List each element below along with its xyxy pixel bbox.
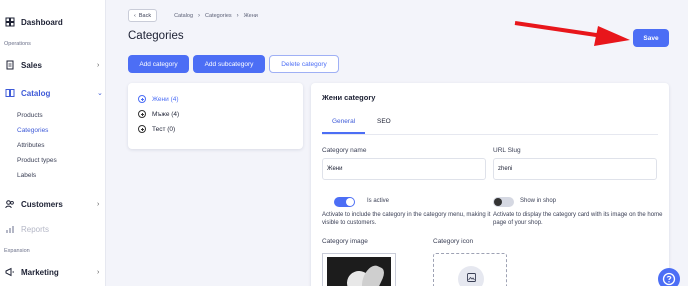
- url-slug-label: URL Slug: [493, 147, 521, 154]
- sidebar-subitem-labels[interactable]: Labels: [17, 172, 36, 179]
- chevron-right-icon: ›: [236, 12, 239, 19]
- category-tree: Жени (4) Мъже (4) Тест (0): [128, 83, 303, 149]
- help-button[interactable]: [658, 268, 680, 286]
- url-slug-input[interactable]: zheni: [493, 158, 657, 180]
- sidebar-item-label: Marketing: [21, 267, 59, 277]
- expand-icon[interactable]: [138, 110, 146, 118]
- category-image-label: Category image: [322, 238, 368, 245]
- tab-active-indicator: [322, 132, 365, 134]
- is-active-label: Is active: [367, 198, 390, 204]
- sidebar-subitem-products[interactable]: Products: [17, 112, 43, 119]
- delete-category-button[interactable]: Delete category: [269, 55, 339, 73]
- sidebar-item-dashboard[interactable]: Dashboard: [5, 15, 63, 29]
- add-category-button[interactable]: Add category: [128, 55, 189, 73]
- chevron-right-icon: ›: [97, 200, 100, 208]
- chevron-down-icon: ⌄: [97, 90, 103, 97]
- save-button[interactable]: Save: [633, 29, 669, 47]
- back-button[interactable]: ‹ Back: [128, 9, 158, 22]
- category-image-photo: [327, 257, 391, 286]
- sidebar-subitem-categories[interactable]: Categories: [17, 127, 48, 134]
- sidebar: Dashboard Operations Sales › Catalog ⌄ P…: [0, 0, 106, 286]
- add-subcategory-button[interactable]: Add subcategory: [193, 55, 265, 73]
- sidebar-item-marketing[interactable]: Marketing ›: [5, 265, 99, 279]
- breadcrumb-item[interactable]: Categories: [205, 13, 232, 19]
- show-in-shop-label: Show in shop: [520, 198, 557, 204]
- category-icon-upload[interactable]: [433, 253, 507, 286]
- chevron-left-icon: ‹: [134, 12, 136, 19]
- show-in-shop-help: Activate to display the category card wi…: [493, 212, 663, 226]
- is-active-toggle[interactable]: [334, 197, 355, 207]
- breadcrumb: ‹ Back Catalog › Categories › Жени: [128, 9, 263, 22]
- category-name-label: Category name: [322, 147, 367, 154]
- sidebar-item-sales[interactable]: Sales ›: [5, 58, 99, 72]
- megaphone-icon: [5, 267, 15, 277]
- dashboard-icon: [5, 17, 15, 27]
- category-icon-label: Category icon: [433, 238, 474, 245]
- sidebar-subitem-product-types[interactable]: Product types: [17, 157, 57, 164]
- breadcrumb-item-current: Жени: [243, 12, 258, 19]
- expand-icon[interactable]: [138, 95, 146, 103]
- expand-icon[interactable]: [138, 125, 146, 133]
- tree-item[interactable]: Жени (4): [138, 95, 179, 103]
- sidebar-item-label: Reports: [21, 224, 50, 234]
- sidebar-item-label: Dashboard: [21, 17, 63, 27]
- users-icon: [5, 199, 15, 209]
- reports-icon: [5, 224, 15, 234]
- sidebar-subitem-attributes[interactable]: Attributes: [17, 142, 44, 149]
- document-icon: [5, 60, 15, 70]
- chevron-right-icon: ›: [97, 268, 100, 276]
- catalog-icon: [5, 88, 15, 98]
- tab-divider: [322, 134, 658, 135]
- chevron-right-icon: ›: [97, 61, 100, 69]
- question-mark-icon: [662, 272, 676, 286]
- breadcrumb-item[interactable]: Catalog: [174, 13, 193, 19]
- sidebar-item-reports[interactable]: Reports: [5, 222, 49, 236]
- sidebar-item-label: Catalog: [21, 88, 51, 98]
- category-detail-panel: Жени category General SEO Category name …: [311, 83, 669, 286]
- sidebar-item-label: Sales: [21, 60, 42, 70]
- tree-item[interactable]: Мъже (4): [138, 110, 179, 118]
- sidebar-item-label: Customers: [21, 199, 63, 209]
- category-image[interactable]: [322, 253, 396, 286]
- toggle-knob: [494, 198, 502, 206]
- page-title: Categories: [128, 30, 184, 42]
- chevron-right-icon: ›: [198, 12, 201, 19]
- panel-title: Жени category: [322, 93, 376, 102]
- show-in-shop-toggle[interactable]: [493, 197, 514, 207]
- toggle-knob: [346, 198, 354, 206]
- tree-item[interactable]: Тест (0): [138, 125, 175, 133]
- is-active-help: Activate to include the category in the …: [322, 212, 491, 226]
- sidebar-item-catalog[interactable]: Catalog ⌄: [5, 86, 103, 100]
- sidebar-item-customers[interactable]: Customers ›: [5, 197, 99, 211]
- image-upload-icon: [458, 266, 484, 286]
- category-name-input[interactable]: Жени: [322, 158, 486, 180]
- section-label-operations: Operations: [4, 41, 31, 47]
- tab-seo[interactable]: SEO: [377, 118, 391, 125]
- tab-general[interactable]: General: [332, 118, 355, 125]
- section-label-expansion: Expansion: [4, 248, 30, 254]
